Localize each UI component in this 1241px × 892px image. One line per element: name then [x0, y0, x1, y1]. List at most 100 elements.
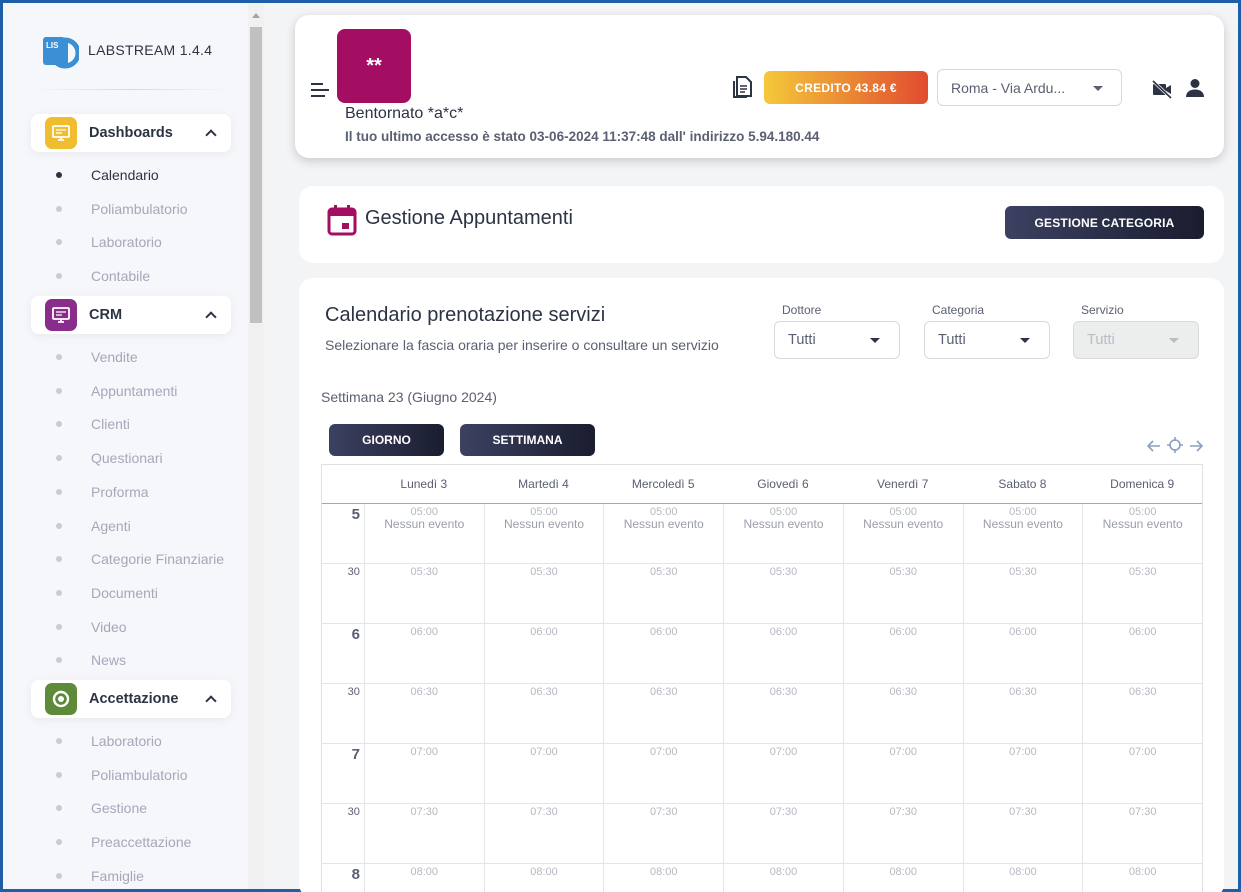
- time-slot-cell[interactable]: 07:30: [483, 804, 604, 863]
- arrow-right-icon[interactable]: [1189, 439, 1204, 457]
- sidebar-section-crm[interactable]: CRM: [31, 296, 231, 334]
- time-slot-cell[interactable]: 05:30: [483, 564, 604, 623]
- avatar[interactable]: **: [337, 29, 411, 103]
- week-view-button[interactable]: SETTIMANA: [460, 424, 595, 456]
- time-slot-cell[interactable]: 06:30: [1082, 684, 1202, 743]
- day-header[interactable]: Mercoledì 5: [603, 465, 723, 503]
- sidebar-item-vendite[interactable]: Vendite: [56, 347, 138, 367]
- sidebar-item-calendario[interactable]: Calendario: [56, 165, 159, 185]
- time-slot-cell[interactable]: 08:00: [842, 864, 963, 892]
- sidebar-scrollbar[interactable]: [248, 3, 264, 889]
- time-slot-cell[interactable]: 07:00: [483, 744, 604, 803]
- time-slot-cell[interactable]: 06:30: [603, 684, 723, 743]
- time-slot-cell[interactable]: 07:00: [1082, 744, 1202, 803]
- time-slot-cell[interactable]: 05:00 Nessun evento: [962, 504, 1083, 563]
- time-slot-cell[interactable]: 06:00: [723, 624, 843, 683]
- sidebar-item-famiglie[interactable]: Famiglie: [56, 866, 144, 886]
- sidebar-section-dashboards[interactable]: Dashboards: [31, 114, 231, 152]
- sidebar-item-poliambulatorio[interactable]: Poliambulatorio: [56, 765, 188, 785]
- videocam-off-icon[interactable]: [1151, 79, 1173, 104]
- time-slot-cell[interactable]: 07:00: [723, 744, 843, 803]
- menu-toggle-icon[interactable]: [311, 83, 329, 101]
- day-header[interactable]: Martedì 4: [484, 465, 604, 503]
- time-slot-cell[interactable]: 05:00 Nessun evento: [603, 504, 723, 563]
- time-slot-cell[interactable]: 07:30: [842, 804, 963, 863]
- sidebar-item-clienti[interactable]: Clienti: [56, 414, 130, 434]
- time-slot-cell[interactable]: 08:00: [962, 864, 1083, 892]
- time-slot-cell[interactable]: 07:30: [363, 804, 484, 863]
- time-slot-cell[interactable]: 05:00 Nessun evento: [483, 504, 604, 563]
- sidebar-item-laboratorio[interactable]: Laboratorio: [56, 232, 162, 252]
- day-header[interactable]: Sabato 8: [963, 465, 1083, 503]
- time-slot-cell[interactable]: 06:00: [962, 624, 1083, 683]
- time-slot-cell[interactable]: 06:30: [962, 684, 1083, 743]
- time-slot-cell[interactable]: 06:30: [723, 684, 843, 743]
- time-slot-cell[interactable]: 05:30: [842, 564, 963, 623]
- time-gutter-label: 30: [347, 566, 360, 578]
- sidebar-item-documenti[interactable]: Documenti: [56, 583, 158, 603]
- time-slot-cell[interactable]: 07:30: [603, 804, 723, 863]
- brand[interactable]: LIS LABSTREAM 1.4.4: [43, 31, 212, 69]
- time-slot-cell[interactable]: 06:30: [842, 684, 963, 743]
- time-slot-cell[interactable]: 05:00 Nessun evento: [363, 504, 484, 563]
- time-slot-cell[interactable]: 05:00 Nessun evento: [842, 504, 963, 563]
- time-slot-cell[interactable]: 07:30: [962, 804, 1083, 863]
- sidebar-item-appuntamenti[interactable]: Appuntamenti: [56, 381, 177, 401]
- day-header[interactable]: Giovedì 6: [723, 465, 843, 503]
- sidebar-item-categorie-finanziarie[interactable]: Categorie Finanziarie: [56, 549, 224, 569]
- week-label: Settimana 23 (Giugno 2024): [321, 389, 497, 405]
- credit-button[interactable]: CREDITO 43.84 €: [764, 71, 928, 104]
- time-slot-cell[interactable]: 07:30: [1082, 804, 1202, 863]
- sidebar-item-label: Documenti: [91, 584, 158, 601]
- sidebar-item-questionari[interactable]: Questionari: [56, 448, 163, 468]
- time-slot-cell[interactable]: 05:00 Nessun evento: [723, 504, 843, 563]
- time-slot-cell[interactable]: 06:30: [363, 684, 484, 743]
- location-select[interactable]: Roma - Via Ardu...: [937, 69, 1122, 106]
- day-header[interactable]: Venerdì 7: [843, 465, 963, 503]
- sidebar-item-proforma[interactable]: Proforma: [56, 482, 149, 502]
- sidebar-item-poliambulatorio[interactable]: Poliambulatorio: [56, 199, 188, 219]
- time-slot-cell[interactable]: 06:30: [483, 684, 604, 743]
- category-filter-select[interactable]: Tutti: [924, 321, 1050, 359]
- time-slot-cell[interactable]: 06:00: [842, 624, 963, 683]
- time-slot-cell[interactable]: 07:00: [603, 744, 723, 803]
- time-slot-cell[interactable]: 05:00 Nessun evento: [1082, 504, 1202, 563]
- time-slot-cell[interactable]: 06:00: [1082, 624, 1202, 683]
- time-slot-cell[interactable]: 07:30: [723, 804, 843, 863]
- day-view-button[interactable]: GIORNO: [329, 424, 444, 456]
- sidebar-item-contabile[interactable]: Contabile: [56, 266, 150, 286]
- document-icon[interactable]: [731, 75, 753, 104]
- crosshair-icon[interactable]: [1167, 437, 1183, 458]
- time-slot-cell[interactable]: 07:00: [363, 744, 484, 803]
- time-slot-cell[interactable]: 06:00: [603, 624, 723, 683]
- category-management-button[interactable]: GESTIONE CATEGORIA: [1005, 206, 1204, 239]
- scrollbar-thumb[interactable]: [250, 27, 262, 323]
- time-slot-cell[interactable]: 08:00: [363, 864, 484, 892]
- sidebar-item-news[interactable]: News: [56, 650, 126, 670]
- arrow-left-icon[interactable]: [1146, 439, 1161, 457]
- time-slot-cell[interactable]: 05:30: [723, 564, 843, 623]
- time-slot-cell[interactable]: 08:00: [603, 864, 723, 892]
- sidebar-item-gestione[interactable]: Gestione: [56, 798, 147, 818]
- sidebar-section-accettazione[interactable]: Accettazione: [31, 680, 231, 718]
- scroll-up-arrow[interactable]: [252, 13, 260, 18]
- user-icon[interactable]: [1186, 78, 1204, 103]
- time-slot-cell[interactable]: 05:30: [603, 564, 723, 623]
- time-slot-cell[interactable]: 06:00: [363, 624, 484, 683]
- time-slot-cell[interactable]: 08:00: [483, 864, 604, 892]
- doctor-filter-select[interactable]: Tutti: [774, 321, 900, 359]
- time-slot-cell[interactable]: 08:00: [723, 864, 843, 892]
- sidebar-item-agenti[interactable]: Agenti: [56, 516, 131, 536]
- time-slot-cell[interactable]: 07:00: [842, 744, 963, 803]
- day-header[interactable]: Lunedì 3: [364, 465, 484, 503]
- sidebar-item-video[interactable]: Video: [56, 617, 127, 637]
- time-slot-cell[interactable]: 08:00: [1082, 864, 1202, 892]
- time-slot-cell[interactable]: 07:00: [962, 744, 1083, 803]
- time-slot-cell[interactable]: 05:30: [962, 564, 1083, 623]
- day-header[interactable]: Domenica 9: [1082, 465, 1202, 503]
- time-slot-cell[interactable]: 05:30: [1082, 564, 1202, 623]
- sidebar-item-laboratorio[interactable]: Laboratorio: [56, 731, 162, 751]
- time-slot-cell[interactable]: 06:00: [483, 624, 604, 683]
- time-slot-cell[interactable]: 05:30: [363, 564, 484, 623]
- sidebar-item-preaccettazione[interactable]: Preaccettazione: [56, 832, 191, 852]
